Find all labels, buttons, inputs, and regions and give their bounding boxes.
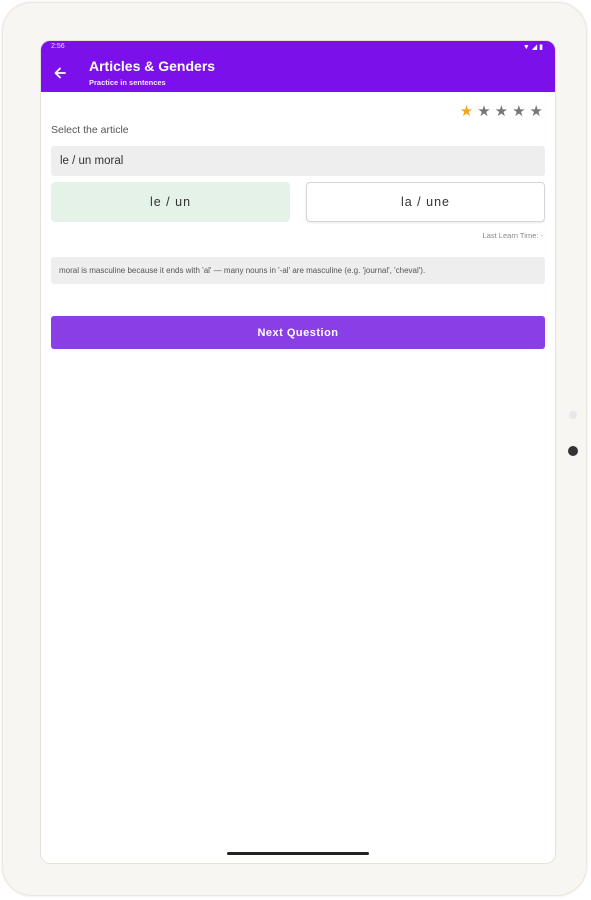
tablet-frame: 2:56 ▼◢▮ Articles & Genders Practice in … <box>2 2 587 896</box>
star-icon: ★ <box>477 103 491 120</box>
star-icon: ★ <box>529 103 543 120</box>
explanation-box: moral is masculine because it ends with … <box>51 257 545 284</box>
explanation-text: moral is masculine because it ends with … <box>59 266 426 275</box>
sentence-box: le / un moral <box>51 146 545 176</box>
star-icon: ★ <box>512 103 526 120</box>
question-prompt: Select the article <box>51 124 129 136</box>
back-arrow-icon[interactable] <box>52 65 68 81</box>
page-subtitle: Practice in sentences <box>89 78 166 87</box>
star-icon: ★ <box>494 103 509 120</box>
camera-icon <box>568 446 578 456</box>
status-icons: ▼◢▮ <box>522 44 545 51</box>
option-le-un-button[interactable]: le / un <box>51 182 290 222</box>
next-question-button[interactable]: Next Question <box>51 316 545 349</box>
app-screen: 2:56 ▼◢▮ Articles & Genders Practice in … <box>41 41 555 863</box>
app-bar: 2:56 ▼◢▮ Articles & Genders Practice in … <box>41 41 555 92</box>
option-la-une-button[interactable]: la / une <box>306 182 545 222</box>
status-time: 2:56 <box>51 43 65 50</box>
last-learn-time: Last Learn Time: - <box>482 231 543 240</box>
home-indicator[interactable] <box>227 852 369 855</box>
sentence-text: le / un moral <box>60 155 124 167</box>
page-title: Articles & Genders <box>89 58 216 74</box>
star-icon: ★ <box>459 103 474 120</box>
star-rating: ★ ★ ★ ★ ★ <box>460 104 543 119</box>
sensor-dot <box>569 411 577 419</box>
